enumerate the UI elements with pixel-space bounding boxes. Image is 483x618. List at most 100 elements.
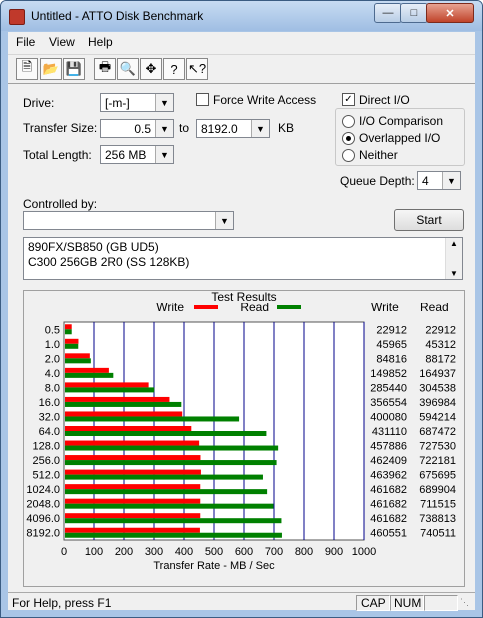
toolbar: 🗎 📂 💾 🖶 🔍 ✥ ? ↖? [8, 54, 475, 84]
transfer-size-to-label: to [179, 121, 190, 135]
overlapped-io-radio[interactable] [342, 132, 355, 145]
read-bar [65, 372, 114, 378]
force-write-checkbox[interactable] [196, 93, 209, 106]
controlled-by-select[interactable]: ▼ [23, 211, 234, 230]
drive-label: Drive: [23, 96, 55, 110]
move-button[interactable]: ✥ [140, 58, 162, 80]
print-preview-button[interactable]: 🔍 [117, 58, 139, 80]
x-tick-label: 700 [265, 546, 283, 558]
y-tick-label: 2048.0 [26, 499, 60, 511]
y-tick-label: 32.0 [39, 411, 60, 423]
x-tick-label: 400 [175, 546, 193, 558]
start-button[interactable]: Start [394, 209, 464, 231]
open-button[interactable]: 📂 [40, 58, 62, 80]
results-chart: Write Read Write Read 0 100 200 300 400 500 600 700… [26, 303, 456, 572]
x-tick-label: 900 [325, 546, 343, 558]
x-tick-label: 300 [145, 546, 163, 558]
read-bar [65, 503, 274, 509]
write-value-label: 84816 [376, 353, 407, 365]
scroll-down-icon: ▼ [450, 269, 458, 278]
read-value-label: 687472 [419, 426, 456, 438]
transfer-size-to-select[interactable]: 8192.0 ▼ [196, 119, 270, 138]
scrl-indicator [424, 595, 458, 611]
client-area: File View Help 🗎 📂 💾 🖶 🔍 ✥ ? ↖? Drive: [… [8, 32, 475, 611]
menu-help[interactable]: Help [88, 35, 113, 49]
total-length-select[interactable]: 256 MB ▼ [100, 145, 174, 164]
menu-view[interactable]: View [49, 35, 75, 49]
close-button[interactable]: ✕ [426, 3, 474, 23]
io-comparison-label: I/O Comparison [359, 114, 444, 128]
transfer-size-from-select[interactable]: 0.5 ▼ [100, 119, 174, 138]
new-file-button[interactable]: 🗎 [16, 58, 38, 80]
write-value-label: 462409 [370, 455, 407, 467]
read-bar [65, 329, 72, 335]
read-value-label: 727530 [419, 441, 456, 453]
write-bar [65, 324, 72, 330]
close-icon: ✕ [445, 7, 455, 20]
write-value-label: 285440 [370, 382, 407, 394]
drive-select[interactable]: [-m-] ▼ [100, 93, 174, 112]
context-help-button[interactable]: ↖? [186, 58, 208, 80]
read-value-label: 740511 [420, 528, 456, 540]
y-tick-label: 256.0 [32, 455, 60, 467]
read-bar [65, 358, 91, 364]
direct-io-checkbox[interactable]: ✓ [342, 93, 355, 106]
print-button[interactable]: 🖶 [94, 58, 116, 80]
queue-depth-select[interactable]: 4 ▼ [417, 171, 461, 190]
drive-value: [-m-] [105, 96, 130, 110]
write-value-label: 149852 [370, 368, 407, 380]
io-comparison-radio[interactable] [342, 115, 355, 128]
write-bar [65, 513, 201, 519]
read-bar [65, 445, 279, 451]
write-value-label: 461682 [370, 513, 407, 525]
print-preview-icon: 🔍 [119, 61, 137, 76]
write-bar [65, 367, 109, 373]
read-bar [65, 431, 267, 436]
print-icon: 🖶 [98, 59, 112, 74]
description-scrollbar[interactable]: ▲ ▼ [445, 238, 462, 279]
status-bar: For Help, press F1 CAP NUM ⋱ [8, 592, 475, 611]
num-indicator: NUM [390, 595, 424, 611]
help-button[interactable]: ? [163, 58, 185, 80]
test-results-panel: Test Results Write Read Write Read 0 100 200 30… [23, 290, 465, 587]
write-value-label: 463962 [370, 470, 407, 482]
y-tick-label: 16.0 [39, 397, 60, 409]
menu-file[interactable]: File [16, 35, 35, 49]
y-tick-label: 2.0 [45, 353, 60, 365]
description-textarea[interactable]: 890FX/SB850 (GB UD5) C300 256GB 2R0 (SS … [23, 237, 463, 280]
test-results-title: Test Results [211, 290, 277, 304]
save-button[interactable]: 💾 [63, 58, 85, 80]
minimize-icon: — [382, 7, 394, 19]
neither-radio[interactable] [342, 149, 355, 162]
transfer-size-unit: KB [278, 121, 295, 135]
new-file-icon: 🗎 [21, 59, 33, 74]
read-bar [65, 416, 240, 422]
write-legend-label: Write [156, 303, 184, 314]
maximize-button[interactable]: □ [400, 3, 428, 23]
write-value-label: 356554 [370, 397, 407, 409]
write-bar [65, 426, 192, 431]
transfer-size-to-value: 8192.0 [201, 122, 238, 136]
move-icon: ✥ [145, 61, 157, 76]
y-tick-label: 8.0 [45, 382, 60, 394]
transfer-size-from-value: 0.5 [134, 122, 151, 136]
x-tick-label: 1000 [352, 546, 376, 558]
menu-bar: File View Help [8, 32, 475, 52]
resize-grip-icon[interactable]: ⋱ [460, 597, 469, 608]
write-column-header: Write [371, 303, 399, 314]
read-bar [65, 489, 268, 495]
write-bar [65, 455, 201, 461]
write-bar [65, 440, 200, 446]
write-value-label: 45965 [376, 339, 407, 351]
y-tick-label: 1024.0 [26, 484, 60, 496]
write-value-label: 460551 [370, 528, 407, 540]
title-bar[interactable]: Untitled - ATTO Disk Benchmark — □ ✕ [1, 1, 482, 31]
read-value-label: 675695 [419, 470, 456, 482]
minimize-button[interactable]: — [374, 3, 402, 23]
x-tick-label: 500 [205, 546, 223, 558]
read-value-label: 304538 [419, 382, 456, 394]
write-bar [65, 338, 79, 344]
cap-text: CAP [361, 596, 386, 610]
y-tick-label: 512.0 [32, 470, 60, 482]
x-tick-label: 800 [295, 546, 313, 558]
